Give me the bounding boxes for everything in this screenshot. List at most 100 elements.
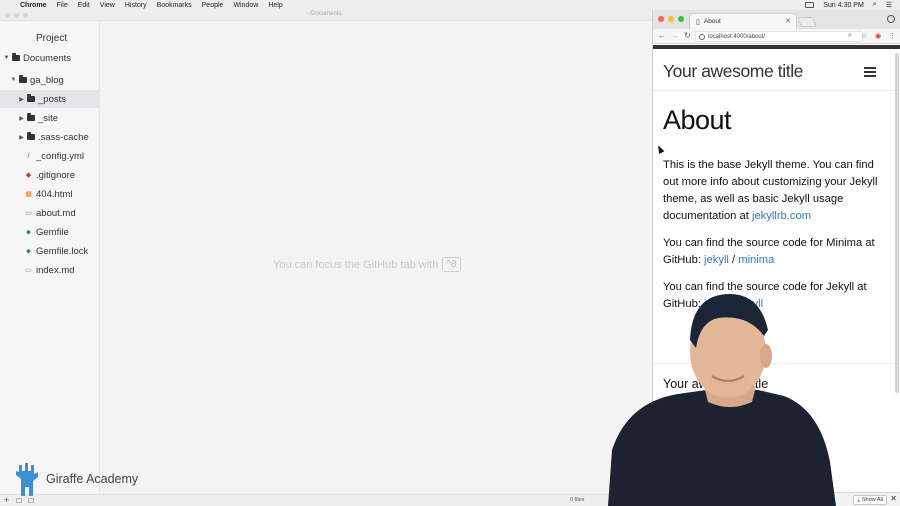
- profile-icon[interactable]: [887, 15, 895, 23]
- panel-toggle-icon[interactable]: [16, 498, 22, 503]
- hint-shortcut-key: ^8: [442, 257, 461, 272]
- tab-title: About: [703, 18, 721, 25]
- url-text: localhost:4000/about/: [708, 33, 766, 40]
- ruby-file-icon: ⬥: [26, 247, 31, 255]
- about-paragraph-2: You can find the source code for Minima …: [663, 235, 887, 269]
- tree-label: Documents: [23, 52, 72, 64]
- folder-icon: [27, 94, 35, 102]
- browser-toolbar: ← → ↻ localhost:4000/about/ ⌕ ☆ ◉ ⋮: [653, 29, 900, 44]
- tree-label: index.md: [36, 264, 75, 276]
- close-tab-icon[interactable]: ✕: [785, 17, 791, 25]
- menu-chrome[interactable]: Chrome: [20, 2, 46, 9]
- config-file-icon: /: [27, 152, 30, 160]
- display-icon[interactable]: [805, 2, 815, 8]
- address-bar[interactable]: localhost:4000/about/: [695, 31, 863, 42]
- menu-window[interactable]: Window: [233, 2, 258, 9]
- reload-icon[interactable]: ↻: [684, 31, 691, 40]
- project-panel-title[interactable]: Project: [36, 33, 67, 44]
- site-header: Your awesome title: [653, 49, 900, 91]
- tree-label: _posts: [38, 93, 66, 105]
- tree-label: .gitignore: [36, 169, 76, 181]
- chevron-right-icon: ▶: [19, 96, 24, 103]
- html-file-icon: ▦: [25, 190, 32, 198]
- tree-label: _site: [38, 112, 59, 124]
- tree-label: .sass-cache: [38, 131, 89, 143]
- menu-bookmarks[interactable]: Bookmarks: [157, 2, 192, 9]
- tree-item-config-yml[interactable]: / _config.yml: [25, 147, 99, 165]
- chevron-right-icon: ▶: [19, 115, 24, 122]
- tree-item-site[interactable]: ▶ _site: [18, 109, 99, 127]
- menu-file[interactable]: File: [56, 2, 67, 9]
- zoom-window-icon[interactable]: [23, 13, 28, 18]
- menu-help[interactable]: Help: [268, 2, 282, 9]
- screen: Chrome File Edit View History Bookmarks …: [0, 0, 900, 506]
- menu-view[interactable]: View: [100, 2, 115, 9]
- show-all-downloads-button[interactable]: ⤓ Show All: [853, 495, 887, 505]
- tab-about[interactable]: ▯ About ✕: [689, 13, 797, 29]
- minima-repo-link[interactable]: minima: [738, 254, 774, 266]
- tree-label: Gemfile: [36, 226, 69, 238]
- close-window-icon[interactable]: [658, 16, 664, 22]
- page-scrollbar[interactable]: [895, 53, 899, 393]
- list-icon[interactable]: ☰: [886, 1, 892, 9]
- jekyll-org-link[interactable]: jekyll: [704, 254, 729, 266]
- tree-item-404-html[interactable]: ▦ 404.html: [25, 185, 99, 203]
- more-menu-icon[interactable]: ⋮: [889, 32, 896, 40]
- editor-titlebar: ~/Documents: [0, 10, 652, 21]
- browser-tabstrip: ▯ About ✕: [653, 10, 900, 29]
- menu-people[interactable]: People: [202, 2, 224, 9]
- menu-extras: Sun 4:30 PM ⌕ ☰: [805, 0, 892, 10]
- folder-icon: [12, 53, 20, 61]
- empty-pane-hint: You can focus the GitHub tab with ^8: [273, 257, 461, 272]
- tree-item-sass-cache[interactable]: ▶ .sass-cache: [18, 128, 99, 146]
- tree-label: ga_blog: [30, 74, 64, 86]
- bookmark-star-icon[interactable]: ☆: [861, 32, 867, 40]
- menu-history[interactable]: History: [125, 2, 147, 9]
- page-icon: ▯: [696, 18, 700, 26]
- tree-label: 404.html: [36, 188, 73, 200]
- channel-name: Giraffe Academy: [46, 472, 139, 486]
- folder-icon: [27, 132, 35, 140]
- search-icon[interactable]: ⌕: [873, 1, 877, 9]
- tree-item-posts[interactable]: ▶ _posts: [0, 90, 99, 108]
- forward-icon[interactable]: →: [671, 31, 679, 40]
- markdown-file-icon: ▭: [25, 266, 32, 274]
- back-icon[interactable]: ←: [658, 31, 666, 40]
- extension-icon[interactable]: ◉: [875, 32, 881, 40]
- close-downloads-icon[interactable]: ✕: [890, 494, 897, 503]
- tree-item-about-md[interactable]: ▭ about.md: [25, 204, 99, 222]
- menu-edit[interactable]: Edit: [78, 2, 90, 9]
- window-controls: [5, 13, 28, 18]
- menu-bar: Chrome File Edit View History Bookmarks …: [0, 0, 900, 10]
- tree-item-gitignore[interactable]: ◆ .gitignore: [25, 166, 99, 184]
- clock[interactable]: Sun 4:30 PM: [823, 2, 863, 9]
- hamburger-menu-icon[interactable]: [864, 67, 876, 77]
- tree-root-documents[interactable]: ▼ Documents: [3, 49, 99, 67]
- folder-icon: [27, 113, 35, 121]
- zoom-icon[interactable]: ⌕: [848, 32, 852, 40]
- git-file-icon: ◆: [25, 171, 32, 179]
- jekyllrb-link[interactable]: jekyllrb.com: [752, 210, 811, 222]
- tree-item-gemfile-lock[interactable]: ⬥ Gemfile.lock: [25, 242, 99, 260]
- giraffe-logo-icon: [16, 463, 38, 496]
- tree-label: Gemfile.lock: [36, 245, 89, 257]
- tree-item-index-md[interactable]: ▭ index.md: [25, 261, 99, 279]
- tree-label: _config.yml: [36, 150, 85, 162]
- add-icon[interactable]: +: [4, 495, 9, 505]
- editor-window: ~/Documents Project ▼ Documents ▼ ga_blo…: [0, 10, 652, 506]
- tree-project-ga-blog[interactable]: ▼ ga_blog: [10, 71, 99, 89]
- minimize-window-icon[interactable]: [14, 13, 19, 18]
- project-tree: Project ▼ Documents ▼ ga_blog ▶ _posts ▶…: [0, 21, 100, 506]
- status-file-count[interactable]: 0 files: [570, 497, 584, 503]
- info-icon[interactable]: [699, 33, 705, 40]
- minimize-window-icon[interactable]: [668, 16, 674, 22]
- site-title-link[interactable]: Your awesome title: [663, 61, 803, 82]
- channel-logo: Giraffe Academy: [12, 461, 138, 497]
- zoom-window-icon[interactable]: [678, 16, 684, 22]
- chevron-down-icon: ▼: [10, 77, 17, 83]
- page-heading: About: [663, 105, 732, 135]
- panel-toggle-icon[interactable]: [28, 498, 34, 503]
- tree-item-gemfile[interactable]: ⬥ Gemfile: [25, 223, 99, 241]
- new-tab-button[interactable]: [797, 17, 817, 27]
- close-window-icon[interactable]: [5, 13, 10, 18]
